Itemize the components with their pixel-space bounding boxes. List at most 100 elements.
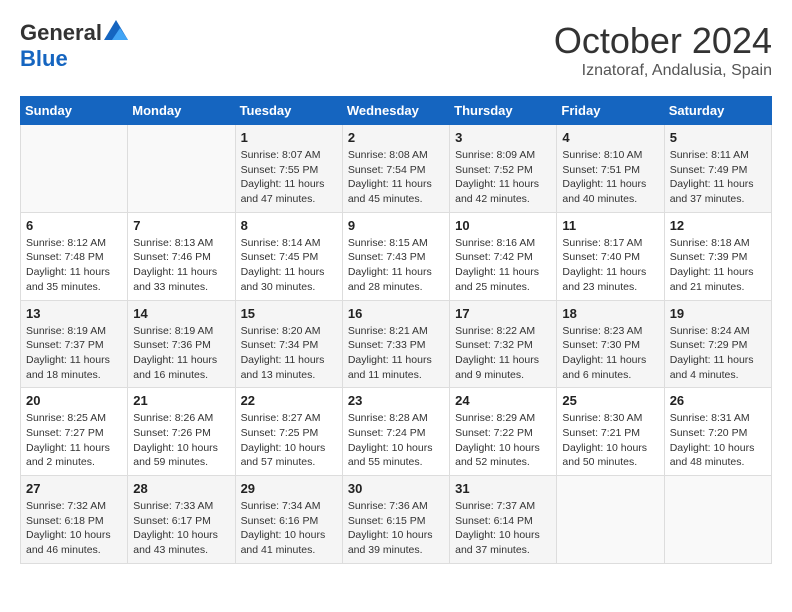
day-number: 7 — [133, 218, 229, 233]
day-number: 15 — [241, 306, 337, 321]
calendar-cell: 5 Sunrise: 8:11 AM Sunset: 7:49 PM Daylig… — [664, 125, 771, 213]
column-header-tuesday: Tuesday — [235, 97, 342, 125]
day-number: 1 — [241, 130, 337, 145]
logo: General Blue — [20, 20, 128, 72]
calendar-cell: 7 Sunrise: 8:13 AM Sunset: 7:46 PM Daylig… — [128, 212, 235, 300]
day-info: Sunrise: 8:10 AM Sunset: 7:51 PM Dayligh… — [562, 148, 658, 207]
calendar-cell: 15 Sunrise: 8:20 AM Sunset: 7:34 PM Dayli… — [235, 300, 342, 388]
day-number: 28 — [133, 481, 229, 496]
day-info: Sunrise: 8:16 AM Sunset: 7:42 PM Dayligh… — [455, 236, 551, 295]
week-row-3: 13 Sunrise: 8:19 AM Sunset: 7:37 PM Dayli… — [21, 300, 772, 388]
day-number: 12 — [670, 218, 766, 233]
calendar-cell: 14 Sunrise: 8:19 AM Sunset: 7:36 PM Dayli… — [128, 300, 235, 388]
day-info: Sunrise: 7:34 AM Sunset: 6:16 PM Dayligh… — [241, 499, 337, 558]
column-header-wednesday: Wednesday — [342, 97, 449, 125]
day-number: 21 — [133, 393, 229, 408]
day-number: 26 — [670, 393, 766, 408]
day-info: Sunrise: 8:25 AM Sunset: 7:27 PM Dayligh… — [26, 411, 122, 470]
day-info: Sunrise: 8:20 AM Sunset: 7:34 PM Dayligh… — [241, 324, 337, 383]
header: General Blue October 2024 Iznatoraf, And… — [20, 20, 772, 80]
column-header-saturday: Saturday — [664, 97, 771, 125]
calendar-cell: 11 Sunrise: 8:17 AM Sunset: 7:40 PM Dayli… — [557, 212, 664, 300]
calendar-cell: 26 Sunrise: 8:31 AM Sunset: 7:20 PM Dayli… — [664, 388, 771, 476]
day-info: Sunrise: 8:19 AM Sunset: 7:37 PM Dayligh… — [26, 324, 122, 383]
day-info: Sunrise: 8:24 AM Sunset: 7:29 PM Dayligh… — [670, 324, 766, 383]
calendar-cell — [21, 125, 128, 213]
calendar-cell: 24 Sunrise: 8:29 AM Sunset: 7:22 PM Dayli… — [450, 388, 557, 476]
day-info: Sunrise: 8:12 AM Sunset: 7:48 PM Dayligh… — [26, 236, 122, 295]
day-info: Sunrise: 8:19 AM Sunset: 7:36 PM Dayligh… — [133, 324, 229, 383]
day-info: Sunrise: 7:37 AM Sunset: 6:14 PM Dayligh… — [455, 499, 551, 558]
day-info: Sunrise: 8:27 AM Sunset: 7:25 PM Dayligh… — [241, 411, 337, 470]
day-info: Sunrise: 8:18 AM Sunset: 7:39 PM Dayligh… — [670, 236, 766, 295]
day-number: 23 — [348, 393, 444, 408]
day-number: 27 — [26, 481, 122, 496]
calendar-cell: 31 Sunrise: 7:37 AM Sunset: 6:14 PM Dayli… — [450, 476, 557, 564]
day-info: Sunrise: 8:26 AM Sunset: 7:26 PM Dayligh… — [133, 411, 229, 470]
month-title: October 2024 — [554, 20, 772, 62]
day-number: 11 — [562, 218, 658, 233]
day-info: Sunrise: 8:09 AM Sunset: 7:52 PM Dayligh… — [455, 148, 551, 207]
day-info: Sunrise: 7:33 AM Sunset: 6:17 PM Dayligh… — [133, 499, 229, 558]
day-number: 29 — [241, 481, 337, 496]
day-number: 14 — [133, 306, 229, 321]
calendar-cell: 28 Sunrise: 7:33 AM Sunset: 6:17 PM Dayli… — [128, 476, 235, 564]
day-number: 30 — [348, 481, 444, 496]
day-number: 5 — [670, 130, 766, 145]
calendar-cell — [664, 476, 771, 564]
calendar-cell: 12 Sunrise: 8:18 AM Sunset: 7:39 PM Dayli… — [664, 212, 771, 300]
calendar-cell: 17Sunrise: 8:22 AM Sunset: 7:32 PM Dayli… — [450, 300, 557, 388]
day-info: Sunrise: 8:23 AM Sunset: 7:30 PM Dayligh… — [562, 324, 658, 383]
calendar-cell: 4 Sunrise: 8:10 AM Sunset: 7:51 PM Daylig… — [557, 125, 664, 213]
calendar-cell: 6 Sunrise: 8:12 AM Sunset: 7:48 PM Daylig… — [21, 212, 128, 300]
day-number: 31 — [455, 481, 551, 496]
calendar-cell: 23 Sunrise: 8:28 AM Sunset: 7:24 PM Dayli… — [342, 388, 449, 476]
calendar-cell: 22Sunrise: 8:27 AM Sunset: 7:25 PM Dayli… — [235, 388, 342, 476]
column-header-friday: Friday — [557, 97, 664, 125]
day-number: 25 — [562, 393, 658, 408]
day-number: 6 — [26, 218, 122, 233]
day-info: Sunrise: 7:32 AM Sunset: 6:18 PM Dayligh… — [26, 499, 122, 558]
location-subtitle: Iznatoraf, Andalusia, Spain — [554, 62, 772, 80]
day-number: 10 — [455, 218, 551, 233]
day-number: 16 — [348, 306, 444, 321]
column-header-monday: Monday — [128, 97, 235, 125]
calendar-cell — [128, 125, 235, 213]
day-info: Sunrise: 8:29 AM Sunset: 7:22 PM Dayligh… — [455, 411, 551, 470]
day-info: Sunrise: 8:31 AM Sunset: 7:20 PM Dayligh… — [670, 411, 766, 470]
week-row-5: 27 Sunrise: 7:32 AM Sunset: 6:18 PM Dayli… — [21, 476, 772, 564]
day-info: Sunrise: 7:36 AM Sunset: 6:15 PM Dayligh… — [348, 499, 444, 558]
day-info: Sunrise: 8:21 AM Sunset: 7:33 PM Dayligh… — [348, 324, 444, 383]
day-info: Sunrise: 8:13 AM Sunset: 7:46 PM Dayligh… — [133, 236, 229, 295]
day-number: 8 — [241, 218, 337, 233]
week-row-4: 20Sunrise: 8:25 AM Sunset: 7:27 PM Dayli… — [21, 388, 772, 476]
calendar-cell: 2Sunrise: 8:08 AM Sunset: 7:54 PM Daylig… — [342, 125, 449, 213]
day-info: Sunrise: 8:28 AM Sunset: 7:24 PM Dayligh… — [348, 411, 444, 470]
day-info: Sunrise: 8:11 AM Sunset: 7:49 PM Dayligh… — [670, 148, 766, 207]
calendar-cell: 16 Sunrise: 8:21 AM Sunset: 7:33 PM Dayli… — [342, 300, 449, 388]
day-number: 4 — [562, 130, 658, 145]
calendar-cell: 30 Sunrise: 7:36 AM Sunset: 6:15 PM Dayli… — [342, 476, 449, 564]
logo-blue-text: Blue — [20, 46, 68, 71]
day-number: 9 — [348, 218, 444, 233]
day-info: Sunrise: 8:17 AM Sunset: 7:40 PM Dayligh… — [562, 236, 658, 295]
calendar-cell: 18 Sunrise: 8:23 AM Sunset: 7:30 PM Dayli… — [557, 300, 664, 388]
day-number: 18 — [562, 306, 658, 321]
calendar-cell: 13 Sunrise: 8:19 AM Sunset: 7:37 PM Dayli… — [21, 300, 128, 388]
column-header-sunday: Sunday — [21, 97, 128, 125]
calendar-cell: 27 Sunrise: 7:32 AM Sunset: 6:18 PM Dayli… — [21, 476, 128, 564]
page-container: General Blue October 2024 Iznatoraf, And… — [0, 0, 792, 574]
calendar-cell: 19Sunrise: 8:24 AM Sunset: 7:29 PM Dayli… — [664, 300, 771, 388]
day-number: 13 — [26, 306, 122, 321]
calendar-cell: 1Sunrise: 8:07 AM Sunset: 7:55 PM Daylig… — [235, 125, 342, 213]
day-info: Sunrise: 8:30 AM Sunset: 7:21 PM Dayligh… — [562, 411, 658, 470]
calendar-cell: 25 Sunrise: 8:30 AM Sunset: 7:21 PM Dayli… — [557, 388, 664, 476]
calendar-cell: 29 Sunrise: 7:34 AM Sunset: 6:16 PM Dayli… — [235, 476, 342, 564]
logo-general-text: General — [20, 20, 102, 46]
day-info: Sunrise: 8:08 AM Sunset: 7:54 PM Dayligh… — [348, 148, 444, 207]
week-row-2: 6 Sunrise: 8:12 AM Sunset: 7:48 PM Daylig… — [21, 212, 772, 300]
column-header-thursday: Thursday — [450, 97, 557, 125]
column-headers: SundayMondayTuesdayWednesdayThursdayFrid… — [21, 97, 772, 125]
calendar-table: SundayMondayTuesdayWednesdayThursdayFrid… — [20, 96, 772, 564]
day-number: 24 — [455, 393, 551, 408]
